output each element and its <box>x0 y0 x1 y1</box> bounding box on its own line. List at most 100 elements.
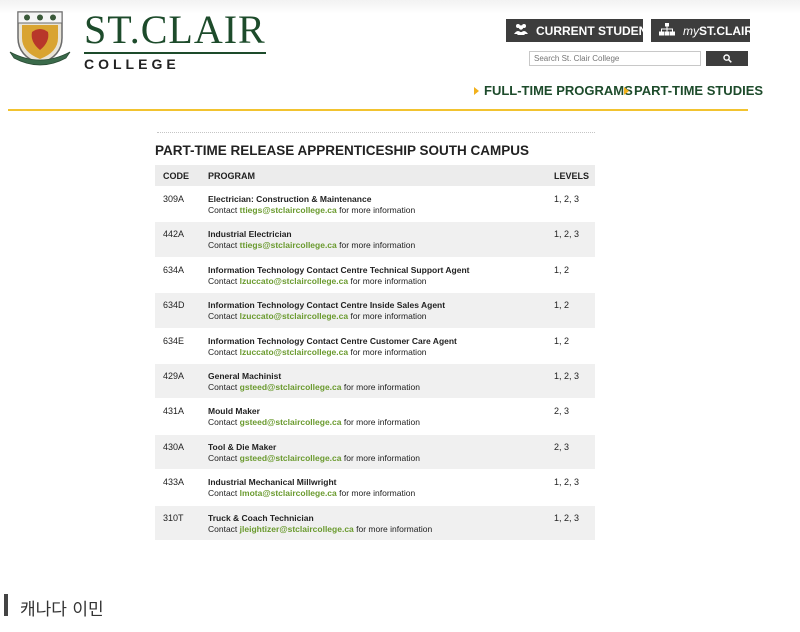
arrow-right-icon <box>624 86 629 95</box>
contact-email-link[interactable]: lzuccato@stclaircollege.ca <box>240 276 348 286</box>
program-name: Truck & Coach Technician <box>208 512 314 523</box>
program-contact: Contact lzuccato@stclaircollege.ca for m… <box>208 311 548 322</box>
table-row: 310T Truck & Coach Technician Contact jlei… <box>155 505 595 541</box>
brand-logo[interactable]: ST.CLAIR COLLEGE <box>84 10 266 72</box>
program-cell: Industrial Electrician Contact ttiegs@stc… <box>202 229 548 256</box>
search-button[interactable] <box>706 51 748 66</box>
contact-suffix: for more information <box>341 381 420 392</box>
program-name: Information Technology Contact Centre Te… <box>208 264 470 275</box>
contact-suffix: for more information <box>348 311 427 322</box>
program-levels: 1, 2, 3 <box>554 229 580 240</box>
table-row: 309A Electrician: Construction & Maintena… <box>155 187 595 223</box>
program-name: Mould Maker <box>208 406 260 417</box>
contact-suffix: for more information <box>341 452 420 463</box>
program-name: Industrial Electrician <box>208 229 292 240</box>
brand-rule <box>84 52 266 54</box>
program-code: 634D <box>163 300 185 311</box>
contact-prefix: Contact <box>208 205 240 215</box>
program-code: 430A <box>163 441 185 452</box>
table-row: 433A Industrial Mechanical Millwright Cont… <box>155 470 595 506</box>
table-row: 634D Information Technology Contact Centr… <box>155 293 595 329</box>
contact-email-link[interactable]: ttiegs@stclaircollege.ca <box>240 240 337 250</box>
sitemap-icon <box>659 22 675 39</box>
table-row: 430A Tool & Die Maker Contact gsteed@stcla… <box>155 434 595 471</box>
contact-prefix: Contact <box>208 240 240 251</box>
program-name: Industrial Mechanical Millwright <box>208 477 337 488</box>
program-levels: 1, 2 <box>554 335 570 346</box>
nav-part-time-studies[interactable]: PART-TIME STUDIES <box>624 83 763 98</box>
contact-prefix: Contact <box>208 488 240 499</box>
table-header-row: CODE PROGRAM LEVELS <box>155 165 595 187</box>
brand-subtitle: COLLEGE <box>84 56 180 72</box>
table-row: 429A General Machinist Contact gsteed@stcl… <box>155 363 595 400</box>
program-levels: 1, 2 <box>554 264 570 275</box>
nav-full-time-label: FULL-TIME PROGRAMS <box>484 83 633 98</box>
contact-prefix: Contact <box>208 523 240 534</box>
program-contact: Contact gsteed@stclaircollege.ca for mor… <box>208 417 548 428</box>
program-name: Information Technology Contact Centre Cu… <box>208 335 457 346</box>
students-icon <box>514 23 528 38</box>
program-cell: Truck & Coach Technician Contact jleighti… <box>202 513 548 540</box>
program-contact: Contact ttiegs@stclaircollege.ca for mor… <box>208 205 548 216</box>
program-contact: Contact ttiegs@stclaircollege.ca for mor… <box>208 240 548 251</box>
contact-email-link[interactable]: gsteed@stclaircollege.ca <box>240 417 342 427</box>
header-program: PROGRAM <box>208 170 255 181</box>
brand-title: ST.CLAIR <box>84 7 266 52</box>
my-suffix: ST.CLAIR <box>699 23 753 38</box>
program-code: 310T <box>163 512 184 523</box>
contact-suffix: for more information <box>336 205 416 215</box>
arrow-right-icon <box>474 86 479 95</box>
table-row: 634A Information Technology Contact Centr… <box>155 258 595 294</box>
program-name: Information Technology Contact Centre In… <box>208 300 446 311</box>
program-levels: 2, 3 <box>554 406 570 417</box>
program-cell: Information Technology Contact Centre Cu… <box>202 336 548 363</box>
header-code: CODE <box>163 170 190 181</box>
contact-suffix: for more information <box>353 523 433 534</box>
program-levels: 1, 2 <box>554 300 570 311</box>
contact-prefix: Contact <box>208 346 240 357</box>
program-cell: Mould Maker Contact gsteed@stclaircollege… <box>202 406 548 433</box>
program-code: 634E <box>163 335 185 346</box>
program-contact: Contact lmota@stclaircollege.ca for more… <box>208 488 548 499</box>
program-name: General Machinist <box>208 370 282 381</box>
header-levels: LEVELS <box>554 170 590 181</box>
programs-table: CODE PROGRAM LEVELS 309A Electrician: Con… <box>155 165 595 541</box>
table-row: 634E Information Technology Contact Centr… <box>155 329 595 364</box>
program-contact: Contact lzuccato@stclaircollege.ca for m… <box>208 276 548 287</box>
table-row: 431A Mould Maker Contact gsteed@stclaircol… <box>155 399 595 435</box>
contact-prefix: Contact <box>208 452 240 463</box>
college-crest-icon[interactable] <box>8 8 72 66</box>
contact-prefix: Contact <box>208 311 240 322</box>
nav-full-time-programs[interactable]: FULL-TIME PROGRAMS <box>474 83 633 98</box>
program-contact: Contact gsteed@stclaircollege.ca for mor… <box>208 382 548 393</box>
contact-email-link[interactable]: jleightizer@stclaircollege.ca <box>240 524 354 534</box>
program-contact: Contact jleightizer@stclaircollege.ca fo… <box>208 524 548 535</box>
contact-email-link[interactable]: lmota@stclaircollege.ca <box>240 488 337 498</box>
contact-email-link[interactable]: lzuccato@stclaircollege.ca <box>240 347 348 357</box>
my-stclair-button[interactable]: myST.CLAIR <box>651 19 753 42</box>
contact-email-link[interactable]: lzuccato@stclaircollege.ca <box>240 311 348 321</box>
program-code: 431A <box>163 406 185 417</box>
contact-email-link[interactable]: gsteed@stclaircollege.ca <box>240 382 342 392</box>
program-levels: 1, 2, 3 <box>554 477 580 488</box>
current-students-label: CURRENT STUDENTS <box>536 23 663 38</box>
contact-email-link[interactable]: gsteed@stclaircollege.ca <box>240 453 342 463</box>
program-contact: Contact gsteed@stclaircollege.ca for mor… <box>208 453 548 464</box>
contact-suffix: for more information <box>341 417 420 428</box>
contact-suffix: for more information <box>336 240 416 251</box>
program-cell: Electrician: Construction & Maintenance C… <box>202 194 548 221</box>
section-title: PART-TIME RELEASE APPRENTICESHIP SOUTH C… <box>155 143 530 158</box>
contact-suffix: for more information <box>336 488 416 499</box>
contact-prefix: Contact <box>208 417 240 428</box>
header-divider <box>8 109 748 111</box>
contact-email-link[interactable]: ttiegs@stclaircollege.ca <box>240 205 337 215</box>
program-code: 309A <box>163 194 185 204</box>
search-input[interactable] <box>529 51 701 66</box>
program-cell: Information Technology Contact Centre In… <box>202 300 548 327</box>
nav-part-time-label: PART-TIME STUDIES <box>634 83 764 98</box>
program-name: Tool & Die Maker <box>208 441 277 452</box>
current-students-button[interactable]: CURRENT STUDENTS <box>506 19 663 42</box>
footer-title[interactable]: 캐나다 이민 <box>20 595 104 620</box>
program-code: 634A <box>163 264 185 275</box>
program-cell: Information Technology Contact Centre Te… <box>202 265 548 292</box>
